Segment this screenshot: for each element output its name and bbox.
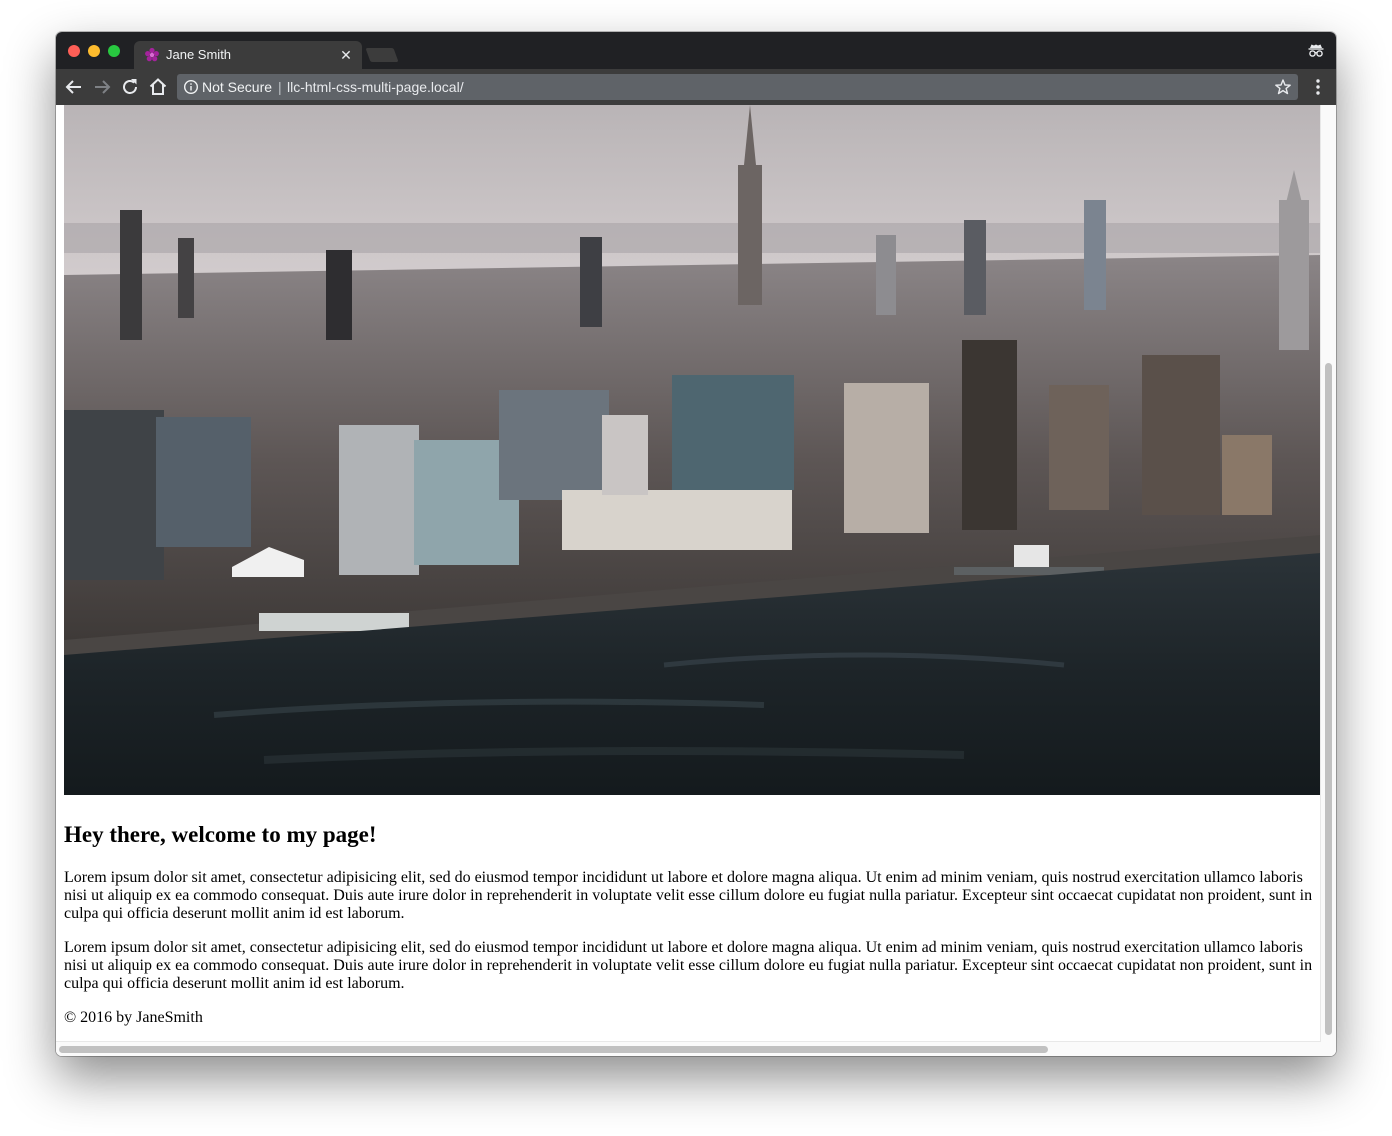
- reload-icon[interactable]: [118, 75, 142, 99]
- paragraph-2: Lorem ipsum dolor sit amet, consectetur …: [64, 939, 1313, 992]
- window-close-button[interactable]: [68, 45, 80, 57]
- incognito-icon[interactable]: [1306, 40, 1326, 60]
- tab-strip: Jane Smith ✕: [56, 32, 1336, 69]
- new-tab-button[interactable]: [365, 48, 399, 62]
- home-icon[interactable]: [146, 75, 170, 99]
- page-heading: Hey there, welcome to my page!: [64, 822, 377, 847]
- scrollbar-corner: [1321, 1042, 1336, 1056]
- menu-dots-icon[interactable]: [1310, 75, 1326, 99]
- tab-title: Jane Smith: [166, 47, 232, 62]
- purple-flower-icon: [144, 47, 160, 63]
- footer-copyright: © 2016 by JaneSmith: [64, 1009, 203, 1026]
- window-minimize-button[interactable]: [88, 45, 100, 57]
- vertical-scrollbar-thumb[interactable]: [1325, 363, 1332, 1035]
- vertical-scrollbar[interactable]: [1320, 105, 1336, 1042]
- bookmark-star-icon[interactable]: [1274, 78, 1292, 96]
- tab-jane-smith[interactable]: Jane Smith ✕: [134, 41, 362, 69]
- browser-window: Jane Smith ✕ Not Secure | llc-html-css-m…: [56, 32, 1336, 1056]
- browser-toolbar: Not Secure | llc-html-css-multi-page.loc…: [56, 69, 1336, 105]
- back-arrow-icon[interactable]: [62, 75, 86, 99]
- window-maximize-button[interactable]: [108, 45, 120, 57]
- url-text[interactable]: llc-html-css-multi-page.local/: [287, 78, 464, 96]
- horizontal-scrollbar[interactable]: [56, 1041, 1321, 1056]
- city-skyline-image: [64, 105, 1321, 795]
- forward-arrow-icon[interactable]: [90, 75, 114, 99]
- paragraph-1: Lorem ipsum dolor sit amet, consectetur …: [64, 869, 1313, 922]
- url-separator: |: [278, 79, 282, 95]
- horizontal-scrollbar-thumb[interactable]: [59, 1046, 1048, 1053]
- tab-close-icon[interactable]: ✕: [336, 45, 356, 65]
- security-status-label[interactable]: Not Secure: [202, 78, 272, 96]
- page-content: Hey there, welcome to my page! Lorem ips…: [64, 105, 1321, 1027]
- page-viewport: Hey there, welcome to my page! Lorem ips…: [56, 105, 1336, 1056]
- address-bar[interactable]: Not Secure | llc-html-css-multi-page.loc…: [177, 74, 1298, 100]
- info-icon[interactable]: [183, 79, 199, 95]
